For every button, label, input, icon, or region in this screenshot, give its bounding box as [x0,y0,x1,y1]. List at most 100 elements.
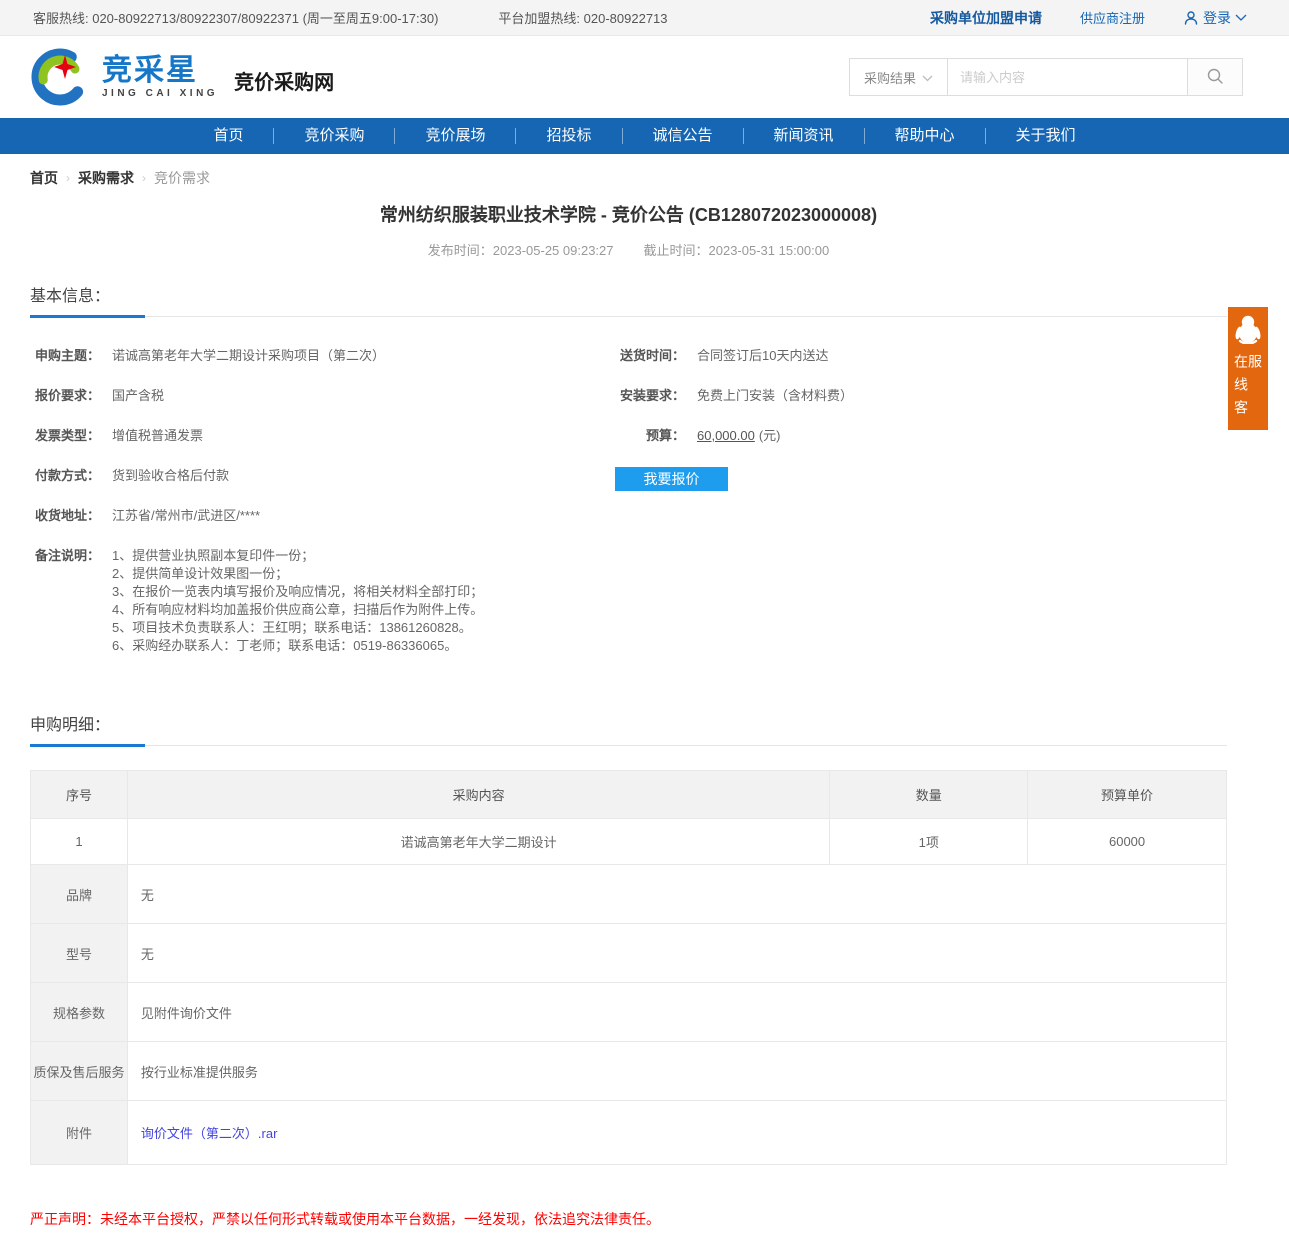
field-label: 付款方式： [30,467,100,485]
field-label: 申购主题： [30,347,100,365]
top-utility-bar: 客服热线: 020-80922713/80922307/80922371 (周一… [0,0,1289,36]
field-value: 货到验收合格后付款 [112,467,229,485]
table-row-model: 型号 无 [31,924,1227,983]
info-row-delivery-time: 送货时间： 合同签订后10天内送达 [615,347,1175,365]
attr-label: 品牌 [31,865,128,924]
field-value: 国产含税 [112,387,164,405]
nav-item-bidding-hall[interactable]: 竞价展场 [395,118,515,154]
table-row-brand: 品牌 无 [31,865,1227,924]
field-label: 发票类型： [30,427,100,445]
brand-name-cn: 竞采星 [102,56,218,86]
chevron-down-icon [1235,14,1247,22]
brand-name-en: JING CAI XING [102,88,218,99]
attr-label: 规格参数 [31,983,128,1042]
col-header-qty: 数量 [830,771,1028,819]
search-icon [1206,67,1224,88]
field-value: 合同签订后10天内送达 [697,347,828,365]
detail-section-title: 申购明细： [30,711,1227,735]
attr-value: 无 [127,924,1226,983]
search-bar: 采购结果 [849,58,1243,96]
attr-value: 无 [127,865,1226,924]
field-label: 预算： [615,427,685,445]
budget-unit: (元) [759,428,781,443]
supplier-register-link[interactable]: 供应商注册 [1080,8,1145,27]
search-input[interactable] [947,58,1188,96]
search-button[interactable] [1188,58,1243,96]
user-icon [1183,10,1199,26]
login-link[interactable]: 登录 [1183,8,1247,28]
attr-label: 质保及售后服务 [31,1042,128,1101]
main-nav: 首页 竞价采购 竞价展场 招投标 诚信公告 新闻资讯 帮助中心 关于我们 [0,118,1289,154]
remark-item: 2、提供简单设计效果图一份； [112,565,483,583]
nav-item-credit-notice[interactable]: 诚信公告 [623,118,743,154]
remark-item: 6、采购经办联系人：丁老师；联系电话：0519-86336065。 [112,637,483,655]
site-header: 竞采星 JING CAI XING 竞价采购网 采购结果 [0,36,1289,118]
remark-item: 5、项目技术负责联系人：王红明；联系电话：13861260828。 [112,619,483,637]
table-row-attachment: 附件 询价文件（第二次）.rar [31,1101,1227,1165]
main-content: 首页 › 采购需求 › 竞价需求 常州纺织服装职业技术学院 - 竞价公告 (CB… [30,168,1227,1243]
brand-text: 竞采星 JING CAI XING [102,56,218,99]
remark-item: 4、所有响应材料均加盖报价供应商公章，扫描后作为附件上传。 [112,601,483,619]
breadcrumb-home[interactable]: 首页 [30,168,58,188]
qq-penguin-icon [1234,314,1262,349]
info-row-subject: 申购主题： 诺诚高第老年大学二期设计采购项目（第二次） [30,347,615,365]
col-header-price: 预算单价 [1028,771,1227,819]
field-label: 收货地址： [30,507,100,525]
search-category-select[interactable]: 采购结果 [849,58,947,96]
basic-info-section-title: 基本信息： [30,282,1227,306]
nav-item-about-us[interactable]: 关于我们 [986,118,1106,154]
attr-label: 附件 [31,1101,128,1165]
chevron-down-icon [922,70,933,85]
table-row-warranty: 质保及售后服务 按行业标准提供服务 [31,1042,1227,1101]
cell-item-qty: 1项 [830,819,1028,865]
deadline-time: 截止时间：2023-05-31 15:00:00 [644,240,830,259]
budget-amount-link[interactable]: 60,000.00 [697,428,755,443]
remark-item: 1、提供营业执照副本复印件一份； [112,547,483,565]
info-row-installation: 安装要求： 免费上门安装（含材料费） [615,387,1175,405]
field-label: 送货时间： [615,347,685,365]
purchaser-join-link[interactable]: 采购单位加盟申请 [930,8,1042,28]
attr-value: 见附件询价文件 [127,983,1226,1042]
purchase-detail-table: 序号 采购内容 数量 预算单价 1 诺诚高第老年大学二期设计 1项 60000 … [30,770,1227,1165]
field-value: 增值税普通发票 [112,427,203,445]
table-header-row: 序号 采购内容 数量 预算单价 [31,771,1227,819]
section-divider [30,744,1227,746]
info-row-delivery-address: 收货地址： 江苏省/常州市/武进区/**** [30,507,615,525]
info-row-remarks: 备注说明： 1、提供营业执照副本复印件一份； 2、提供简单设计效果图一份； 3、… [30,547,615,655]
field-value: 免费上门安装（含材料费） [697,387,853,405]
nav-item-tender[interactable]: 招投标 [516,118,621,154]
search-category-value: 采购结果 [864,68,916,87]
platform-hotline: 平台加盟热线: 020-80922713 [498,8,667,27]
breadcrumb-purchase-demand[interactable]: 采购需求 [78,168,134,188]
breadcrumb: 首页 › 采购需求 › 竞价需求 [30,168,1227,188]
publish-time: 发布时间：2023-05-25 09:23:27 [428,240,614,259]
nav-item-news[interactable]: 新闻资讯 [744,118,864,154]
nav-item-help-center[interactable]: 帮助中心 [865,118,985,154]
quote-now-button[interactable]: 我要报价 [615,467,728,491]
online-service-label: 在线客服 [1234,354,1262,430]
info-row-payment: 付款方式： 货到验收合格后付款 [30,467,615,485]
disclaimer-text: 严正声明：未经本平台授权，严禁以任何形式转载或使用本平台数据，一经发现，依法追究… [30,1209,1227,1243]
col-header-no: 序号 [31,771,128,819]
attr-value: 按行业标准提供服务 [127,1042,1226,1101]
online-service-widget[interactable]: 在线客服 [1228,307,1268,430]
field-label: 报价要求： [30,387,100,405]
cell-item-price: 60000 [1028,819,1227,865]
nav-item-home[interactable]: 首页 [183,118,273,154]
field-label: 安装要求： [615,387,685,405]
field-value: 江苏省/常州市/武进区/**** [112,507,260,525]
attachment-link[interactable]: 询价文件（第二次）.rar [141,1126,278,1141]
attr-label: 型号 [31,924,128,983]
notice-title: 常州纺织服装职业技术学院 - 竞价公告 (CB128072023000008) [30,201,1227,227]
breadcrumb-separator: › [66,171,70,185]
cell-item-no: 1 [31,819,128,865]
field-value: 诺诚高第老年大学二期设计采购项目（第二次） [112,347,385,365]
info-row-quote-requirement: 报价要求： 国产含税 [30,387,615,405]
cell-item-content: 诺诚高第老年大学二期设计 [127,819,829,865]
brand[interactable]: 竞采星 JING CAI XING 竞价采购网 [28,45,334,109]
basic-info-grid: 申购主题： 诺诚高第老年大学二期设计采购项目（第二次） 报价要求： 国产含税 发… [30,347,1227,677]
info-row-budget: 预算： 60,000.00 (元) [615,427,1175,445]
table-row: 1 诺诚高第老年大学二期设计 1项 60000 [31,819,1227,865]
login-label: 登录 [1203,8,1231,28]
nav-item-bidding-purchase[interactable]: 竞价采购 [274,118,394,154]
